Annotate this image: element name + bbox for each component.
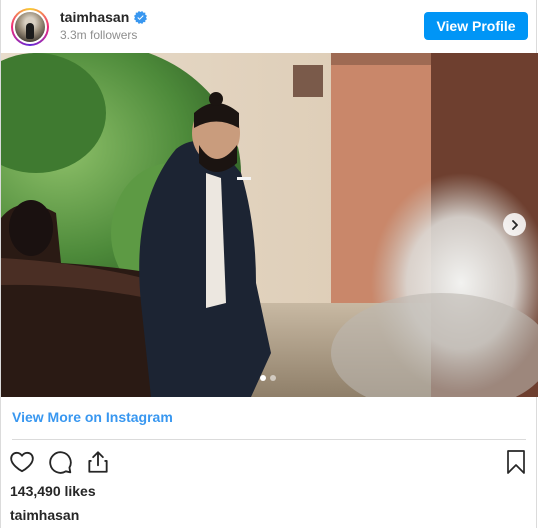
bookmark-icon[interactable] [504,449,528,475]
view-more-link[interactable]: View More on Instagram [12,409,173,425]
carousel-next-button[interactable] [503,213,526,236]
heart-icon[interactable] [9,449,35,475]
avatar-photo [15,12,45,42]
post-photo [1,53,538,397]
avatar[interactable] [11,8,49,46]
chevron-right-icon [511,219,518,230]
post-header: taimhasan 3.3m followers View Profile [1,0,536,53]
carousel-dot-active [260,375,266,381]
verified-badge-icon [134,10,148,24]
follower-count: 3.3m followers [60,28,138,42]
comment-icon[interactable] [47,449,73,475]
post-actions [9,449,111,475]
carousel-indicator [260,375,276,381]
username[interactable]: taimhasan [60,9,129,25]
post-media[interactable] [1,53,538,397]
instagram-embed-card: taimhasan 3.3m followers View Profile Vi… [0,0,538,528]
share-icon[interactable] [85,449,111,475]
caption-username[interactable]: taimhasan [10,507,79,523]
like-count[interactable]: 143,490 likes [10,483,96,499]
view-profile-button[interactable]: View Profile [424,12,528,40]
carousel-dot [270,375,276,381]
divider [12,439,526,440]
username-row: taimhasan [60,9,148,25]
